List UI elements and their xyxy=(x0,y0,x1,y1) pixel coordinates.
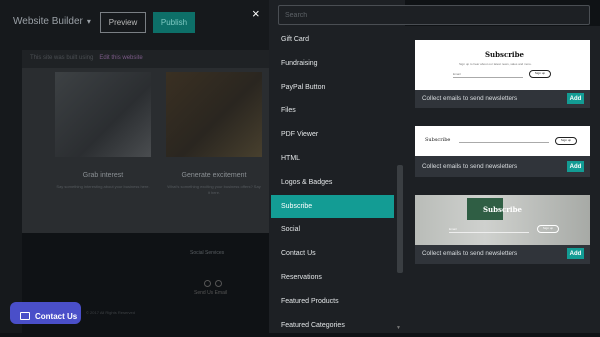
template-description: Collect emails to send newsletters xyxy=(422,163,518,170)
feature-image-1 xyxy=(55,72,151,157)
publish-button[interactable]: Publish xyxy=(153,12,195,33)
feature-desc-2: What's something exciting your business … xyxy=(167,184,261,195)
menu-item-contact-us[interactable]: Contact Us xyxy=(271,242,394,266)
preview-text: Sign up to hear about our latest news, s… xyxy=(459,62,532,66)
menu-item-pdf-viewer[interactable]: PDF Viewer xyxy=(271,123,394,147)
email-link: Send Us Email xyxy=(194,290,228,296)
template-preview: Subscribe Sign up xyxy=(415,126,590,156)
preview-email-line xyxy=(449,232,529,233)
preview-signup-pill: Sign up xyxy=(555,137,577,145)
feature-desc-1: Say something interesting about your bus… xyxy=(56,184,150,189)
brand-menu[interactable]: Website Builder ▾ xyxy=(13,16,91,27)
preview-email-line xyxy=(459,142,549,143)
editor-topbar: Website Builder ▾ Preview Publish xyxy=(0,0,269,44)
add-button[interactable]: Add xyxy=(567,161,584,172)
search-input[interactable] xyxy=(278,5,590,25)
menu-item-gift-card[interactable]: Gift Card xyxy=(271,28,394,52)
subscribe-template-3[interactable]: Subscribe Email Sign up Collect emails t… xyxy=(415,195,590,264)
preview-email-line xyxy=(453,77,523,78)
template-description: Collect emails to send newsletters xyxy=(422,250,518,257)
footer-links: Social Services xyxy=(190,250,225,256)
chevron-down-icon: ▾ xyxy=(86,17,91,26)
preview-title: Subscribe xyxy=(485,50,524,59)
menu-item-files[interactable]: Files xyxy=(271,99,394,123)
preview-title: Subscribe xyxy=(483,205,522,214)
social-icon xyxy=(204,280,211,287)
preview-signup-pill: Sign up xyxy=(537,225,559,233)
site-banner: This site was built using Edit this websi… xyxy=(22,50,269,68)
template-description: Collect emails to send newsletters xyxy=(422,95,518,102)
menu-item-featured-categories[interactable]: Featured Categories xyxy=(271,314,394,337)
social-icon xyxy=(215,280,222,287)
page-canvas: This site was built using Edit this websi… xyxy=(22,50,269,233)
menu-item-featured-products[interactable]: Featured Products xyxy=(271,290,394,314)
editor-background: Website Builder ▾ Preview Publish This si… xyxy=(0,0,269,333)
menu-item-subscribe[interactable]: Subscribe xyxy=(271,194,394,219)
subscribe-template-2[interactable]: Subscribe Sign up Collect emails to send… xyxy=(415,126,590,177)
subscribe-template-1[interactable]: Subscribe Sign up to hear about our late… xyxy=(415,40,590,108)
template-preview: Subscribe Sign up to hear about our late… xyxy=(415,40,590,90)
category-menu: Gift Card Fundraising PayPal Button File… xyxy=(271,28,394,337)
preview-email-label: Email xyxy=(453,72,461,76)
edit-site-link[interactable]: Edit this website xyxy=(99,55,142,61)
preview-title: Subscribe xyxy=(425,137,451,143)
menu-item-logos-badges[interactable]: Logos & Badges xyxy=(271,171,394,195)
menu-item-paypal-button[interactable]: PayPal Button xyxy=(271,76,394,100)
menu-item-html[interactable]: HTML xyxy=(271,147,394,171)
footer-copyright: © 2017 All Rights Reserved xyxy=(86,310,135,315)
preview-signup-pill: Sign up xyxy=(529,70,551,78)
feature-title-1: Grab interest xyxy=(82,172,124,179)
menu-item-fundraising[interactable]: Fundraising xyxy=(271,52,394,76)
preview-button[interactable]: Preview xyxy=(100,12,146,33)
close-icon[interactable]: × xyxy=(252,6,260,21)
scroll-down-icon[interactable]: ▼ xyxy=(396,325,401,331)
contact-us-button[interactable]: Contact Us xyxy=(10,302,81,324)
add-button[interactable]: Add xyxy=(567,93,584,104)
preview-email-label: Email xyxy=(449,227,457,231)
add-button[interactable]: Add xyxy=(567,248,584,259)
scrollbar-thumb[interactable] xyxy=(397,165,403,273)
feature-title-2: Generate excitement xyxy=(181,172,247,179)
chat-icon xyxy=(20,311,30,320)
feature-image-2 xyxy=(166,72,262,157)
menu-item-social[interactable]: Social xyxy=(271,218,394,242)
menu-item-reservations[interactable]: Reservations xyxy=(271,266,394,290)
template-preview: Subscribe Email Sign up xyxy=(415,195,590,245)
